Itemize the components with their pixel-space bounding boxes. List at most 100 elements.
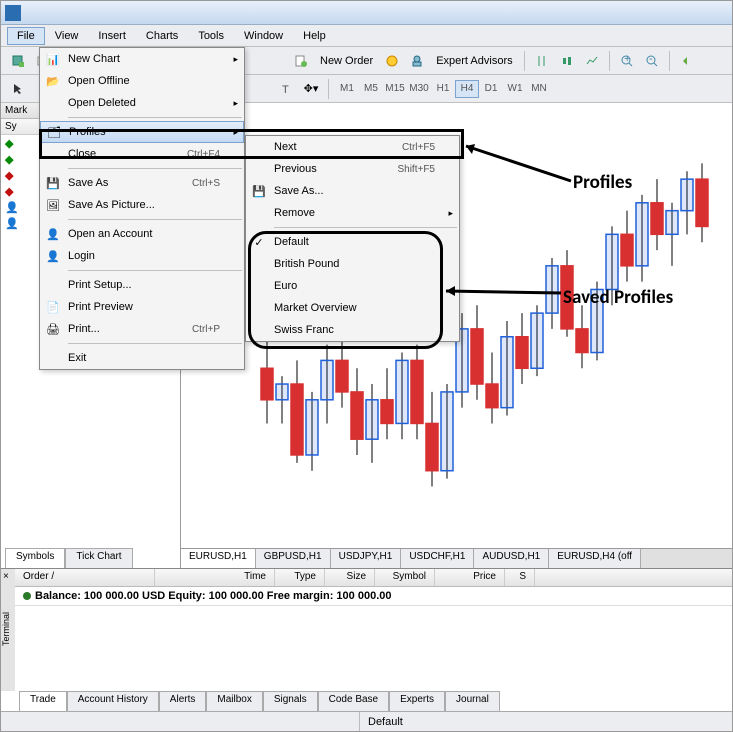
menu-tools[interactable]: Tools [188, 27, 234, 45]
profiles-item[interactable]: 🗂Profiles▸ [40, 121, 244, 143]
chart-tab[interactable]: USDJPY,H1 [331, 549, 402, 568]
save-picture-item[interactable]: 🖼Save As Picture... [40, 194, 244, 216]
svg-text:+: + [624, 54, 630, 65]
menu-help[interactable]: Help [293, 27, 336, 45]
term-tab-experts[interactable]: Experts [389, 691, 445, 711]
status-dot-icon [23, 592, 31, 600]
term-tab-account-history[interactable]: Account History [67, 691, 159, 711]
save-profile-item[interactable]: 💾Save As... [246, 180, 459, 202]
print-item[interactable]: 🖨Print...Ctrl+P [40, 318, 244, 340]
timeframe-m1[interactable]: M1 [335, 80, 359, 98]
term-tab-code-base[interactable]: Code Base [318, 691, 389, 711]
app-icon [5, 5, 21, 21]
down-arrow-icon: ◆ [5, 169, 15, 182]
picture-icon: 🖼 [44, 196, 62, 214]
chart-tab[interactable]: GBPUSD,H1 [256, 549, 331, 568]
expert-advisors-button[interactable]: Expert Advisors [431, 50, 517, 72]
previous-profile-item[interactable]: PreviousShift+F5 [246, 158, 459, 180]
candles-icon[interactable] [556, 50, 578, 72]
zoom-in-icon[interactable]: + [616, 50, 638, 72]
term-col-s[interactable]: S [505, 569, 535, 586]
saved-profile-item[interactable]: ✓Default [246, 231, 459, 253]
next-profile-item[interactable]: NextCtrl+F5 [246, 136, 459, 158]
print-setup-item[interactable]: Print Setup... [40, 274, 244, 296]
zoom-out-icon[interactable]: - [641, 50, 663, 72]
timeframe-d1[interactable]: D1 [479, 80, 503, 98]
autotrade-icon[interactable] [381, 50, 403, 72]
term-tab-trade[interactable]: Trade [19, 691, 67, 711]
new-order-icon[interactable] [290, 50, 312, 72]
profiles-icon: 🗂 [45, 123, 63, 141]
tick-chart-tab[interactable]: Tick Chart [65, 548, 132, 568]
arrow-2 [441, 281, 571, 301]
timeframe-m15[interactable]: M15 [383, 80, 407, 98]
close-icon[interactable]: × [3, 571, 9, 582]
chart-plus-icon: 📊 [44, 50, 62, 68]
term-tab-signals[interactable]: Signals [263, 691, 318, 711]
menu-view[interactable]: View [45, 27, 89, 45]
scroll-icon[interactable] [676, 50, 698, 72]
balance-row: Balance: 100 000.00 USD Equity: 100 000.… [15, 587, 732, 606]
timeframe-w1[interactable]: W1 [503, 80, 527, 98]
timeframe-mn[interactable]: MN [527, 80, 551, 98]
saved-profiles-annotation: Saved Profiles [563, 286, 673, 309]
open-deleted-item[interactable]: Open Deleted▸ [40, 92, 244, 114]
up-arrow-icon: 👤 [5, 201, 15, 214]
text-icon[interactable]: T [275, 78, 297, 100]
term-col-order[interactable]: Order / [15, 569, 155, 586]
profiles-submenu: NextCtrl+F5 PreviousShift+F5 💾Save As...… [245, 135, 460, 342]
term-tab-journal[interactable]: Journal [445, 691, 500, 711]
save-icon: 💾 [44, 174, 62, 192]
save-as-item[interactable]: 💾Save AsCtrl+S [40, 172, 244, 194]
chart-tab[interactable]: USDCHF,H1 [401, 549, 474, 568]
menu-file[interactable]: File [7, 27, 45, 45]
term-col-size[interactable]: Size [325, 569, 375, 586]
close-item[interactable]: CloseCtrl+F4 [40, 143, 244, 165]
timeframe-m5[interactable]: M5 [359, 80, 383, 98]
chart-tab[interactable]: EURUSD,H1 [181, 549, 256, 568]
status-profile: Default [359, 712, 411, 731]
objects-icon[interactable]: ✥▾ [300, 78, 322, 100]
status-bar: Default [1, 711, 732, 731]
timeframe-h4[interactable]: H4 [455, 80, 479, 98]
line-icon[interactable] [581, 50, 603, 72]
exit-item[interactable]: Exit [40, 347, 244, 369]
printer-icon: 🖨 [44, 320, 62, 338]
arrow-1 [461, 141, 581, 191]
saved-profile-item[interactable]: Market Overview [246, 297, 459, 319]
balance-text: Balance: 100 000.00 USD Equity: 100 000.… [35, 590, 391, 602]
login-item[interactable]: 👤Login [40, 245, 244, 267]
saved-profile-item[interactable]: Euro [246, 275, 459, 297]
term-tab-mailbox[interactable]: Mailbox [206, 691, 262, 711]
timeframe-h1[interactable]: H1 [431, 80, 455, 98]
term-col-symbol[interactable]: Symbol [375, 569, 435, 586]
open-account-item[interactable]: 👤Open an Account [40, 223, 244, 245]
open-offline-item[interactable]: 📂Open Offline [40, 70, 244, 92]
print-preview-item[interactable]: 📄Print Preview [40, 296, 244, 318]
remove-profile-item[interactable]: Remove▸ [246, 202, 459, 224]
new-chart-icon[interactable] [7, 50, 29, 72]
new-chart-item[interactable]: 📊New Chart▸ [40, 48, 244, 70]
saved-profile-item[interactable]: British Pound [246, 253, 459, 275]
chart-tab[interactable]: AUDUSD,H1 [474, 549, 549, 568]
menu-charts[interactable]: Charts [136, 27, 188, 45]
menu-insert[interactable]: Insert [88, 27, 136, 45]
symbols-tab[interactable]: Symbols [5, 548, 65, 568]
preview-icon: 📄 [44, 298, 62, 316]
term-col-price[interactable]: Price [435, 569, 505, 586]
saved-profile-item[interactable]: Swiss Franc [246, 319, 459, 341]
bars-icon[interactable] [531, 50, 553, 72]
chart-tab[interactable]: EURUSD,H4 (off [549, 549, 641, 568]
term-tab-alerts[interactable]: Alerts [159, 691, 207, 711]
up-arrow-icon: ◆ [5, 153, 15, 166]
cursor-icon[interactable] [7, 78, 29, 100]
expert-advisors-icon[interactable] [406, 50, 428, 72]
up-arrow-icon: 👤 [5, 217, 15, 230]
term-col-time[interactable]: Time [155, 569, 275, 586]
login-icon: 👤 [44, 247, 62, 265]
terminal-label: Terminal [1, 569, 15, 691]
new-order-button[interactable]: New Order [315, 50, 378, 72]
term-col-type[interactable]: Type [275, 569, 325, 586]
timeframe-m30[interactable]: M30 [407, 80, 431, 98]
menu-window[interactable]: Window [234, 27, 293, 45]
